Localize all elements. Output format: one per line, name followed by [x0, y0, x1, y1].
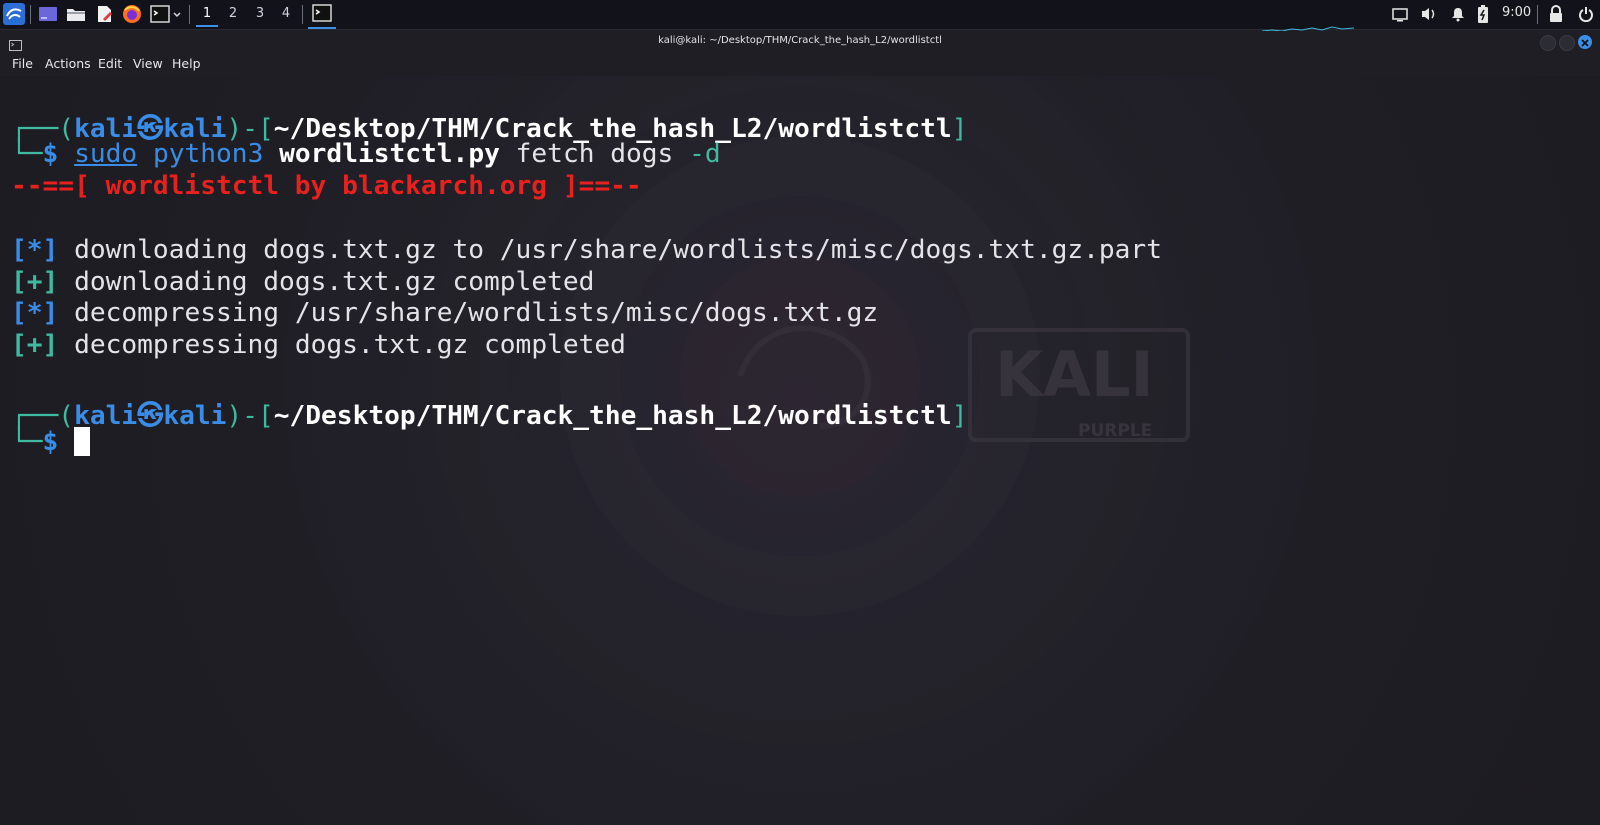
top-panel: 1 2 3 4 9:00: [0, 0, 1600, 32]
menu-file[interactable]: File: [12, 56, 33, 71]
output-line: [*] decompressing /usr/share/wordlists/m…: [11, 298, 878, 328]
output-line: [+] decompressing dogs.txt.gz completed: [11, 330, 626, 360]
notification-bell-icon[interactable]: [1450, 6, 1466, 26]
volume-icon[interactable]: [1420, 6, 1438, 26]
close-button[interactable]: [1578, 35, 1592, 49]
output-marker: [*]: [11, 235, 59, 265]
taskbar-terminal-button[interactable]: [308, 3, 336, 29]
panel-separator: [1537, 5, 1538, 24]
command-sudo: sudo: [74, 139, 138, 169]
panel-separator: [189, 5, 190, 24]
menu-view[interactable]: View: [133, 56, 163, 71]
clock[interactable]: 9:00: [1502, 5, 1531, 20]
output-text: downloading dogs.txt.gz completed: [74, 267, 595, 297]
workspace-4[interactable]: 4: [275, 5, 297, 25]
prompt-frame: )-[: [226, 401, 274, 431]
firefox-icon[interactable]: [122, 4, 142, 28]
window-title: kali@kali: ~/Desktop/THM/Crack_the_hash_…: [658, 35, 942, 46]
close-icon: [1581, 39, 1589, 47]
workspace-3[interactable]: 3: [249, 5, 271, 25]
command-line: └─$ sudo python3 wordlistctl.py fetch do…: [11, 139, 721, 169]
output-text: decompressing dogs.txt.gz completed: [74, 330, 626, 360]
menu-edit[interactable]: Edit: [98, 56, 122, 71]
prompt-frame: ]: [951, 401, 968, 431]
command-python: python3: [152, 139, 264, 169]
output-line: [+] downloading dogs.txt.gz completed: [11, 267, 594, 297]
wallpaper-logo-sub: PURPLE: [1078, 421, 1153, 441]
power-icon[interactable]: [1578, 6, 1594, 26]
output-marker: [+]: [11, 330, 59, 360]
workspace-1[interactable]: 1: [196, 5, 218, 27]
output-text: downloading dogs.txt.gz to /usr/share/wo…: [74, 235, 1162, 265]
terminal-launcher-icon[interactable]: [150, 4, 170, 28]
display-icon[interactable]: [1392, 7, 1408, 26]
workspace-2[interactable]: 2: [222, 5, 244, 25]
prompt-line: ┌──(kali㉿kali)-[~/Desktop/THM/Crack_the_…: [11, 394, 967, 432]
command-script: wordlistctl.py: [279, 139, 500, 169]
prompt-frame: ]: [951, 114, 968, 144]
maximize-button[interactable]: [1559, 35, 1575, 51]
chevron-down-icon[interactable]: [172, 7, 182, 26]
lock-icon[interactable]: [1549, 5, 1563, 27]
command-args: fetch dogs: [515, 139, 674, 169]
panel-separator: [30, 5, 31, 24]
kali-menu-icon[interactable]: [3, 3, 25, 29]
command-flag: -d: [689, 139, 721, 169]
prompt-frame: └─: [11, 139, 43, 169]
output-marker: [*]: [11, 298, 59, 328]
input-line[interactable]: └─$: [11, 427, 91, 457]
prompt-path: ~/Desktop/THM/Crack_the_hash_L2/wordlist…: [273, 401, 952, 431]
terminal-area[interactable]: KALI PURPLE ┌──(kali㉿kali)-[~/Desktop/TH…: [0, 76, 1600, 825]
banner-line: --==[ wordlistctl by blackarch.org ]==--: [11, 171, 642, 201]
desktop-icon[interactable]: [38, 4, 58, 28]
window-titlebar[interactable]: kali@kali: ~/Desktop/THM/Crack_the_hash_…: [0, 31, 1600, 53]
file-manager-icon[interactable]: [66, 4, 86, 28]
prompt-dollar: $: [42, 139, 59, 169]
output-marker: [+]: [11, 267, 59, 297]
battery-charging-icon[interactable]: [1477, 5, 1489, 28]
text-cursor[interactable]: [74, 427, 91, 456]
menu-actions[interactable]: Actions: [45, 56, 91, 71]
prompt-frame: └─: [11, 427, 43, 457]
panel-separator: [302, 5, 303, 24]
text-editor-icon[interactable]: [94, 4, 114, 28]
output-text: decompressing /usr/share/wordlists/misc/…: [74, 298, 879, 328]
prompt-host: kali: [163, 401, 227, 431]
prompt-at-symbol: ㉿: [137, 401, 164, 431]
minimize-button[interactable]: [1540, 35, 1556, 51]
menu-help[interactable]: Help: [172, 56, 201, 71]
prompt-dollar: $: [42, 427, 59, 457]
output-line: [*] downloading dogs.txt.gz to /usr/shar…: [11, 235, 1162, 265]
wallpaper-logo: KALI: [995, 338, 1154, 411]
menubar: File Actions Edit View Help: [0, 53, 1600, 75]
